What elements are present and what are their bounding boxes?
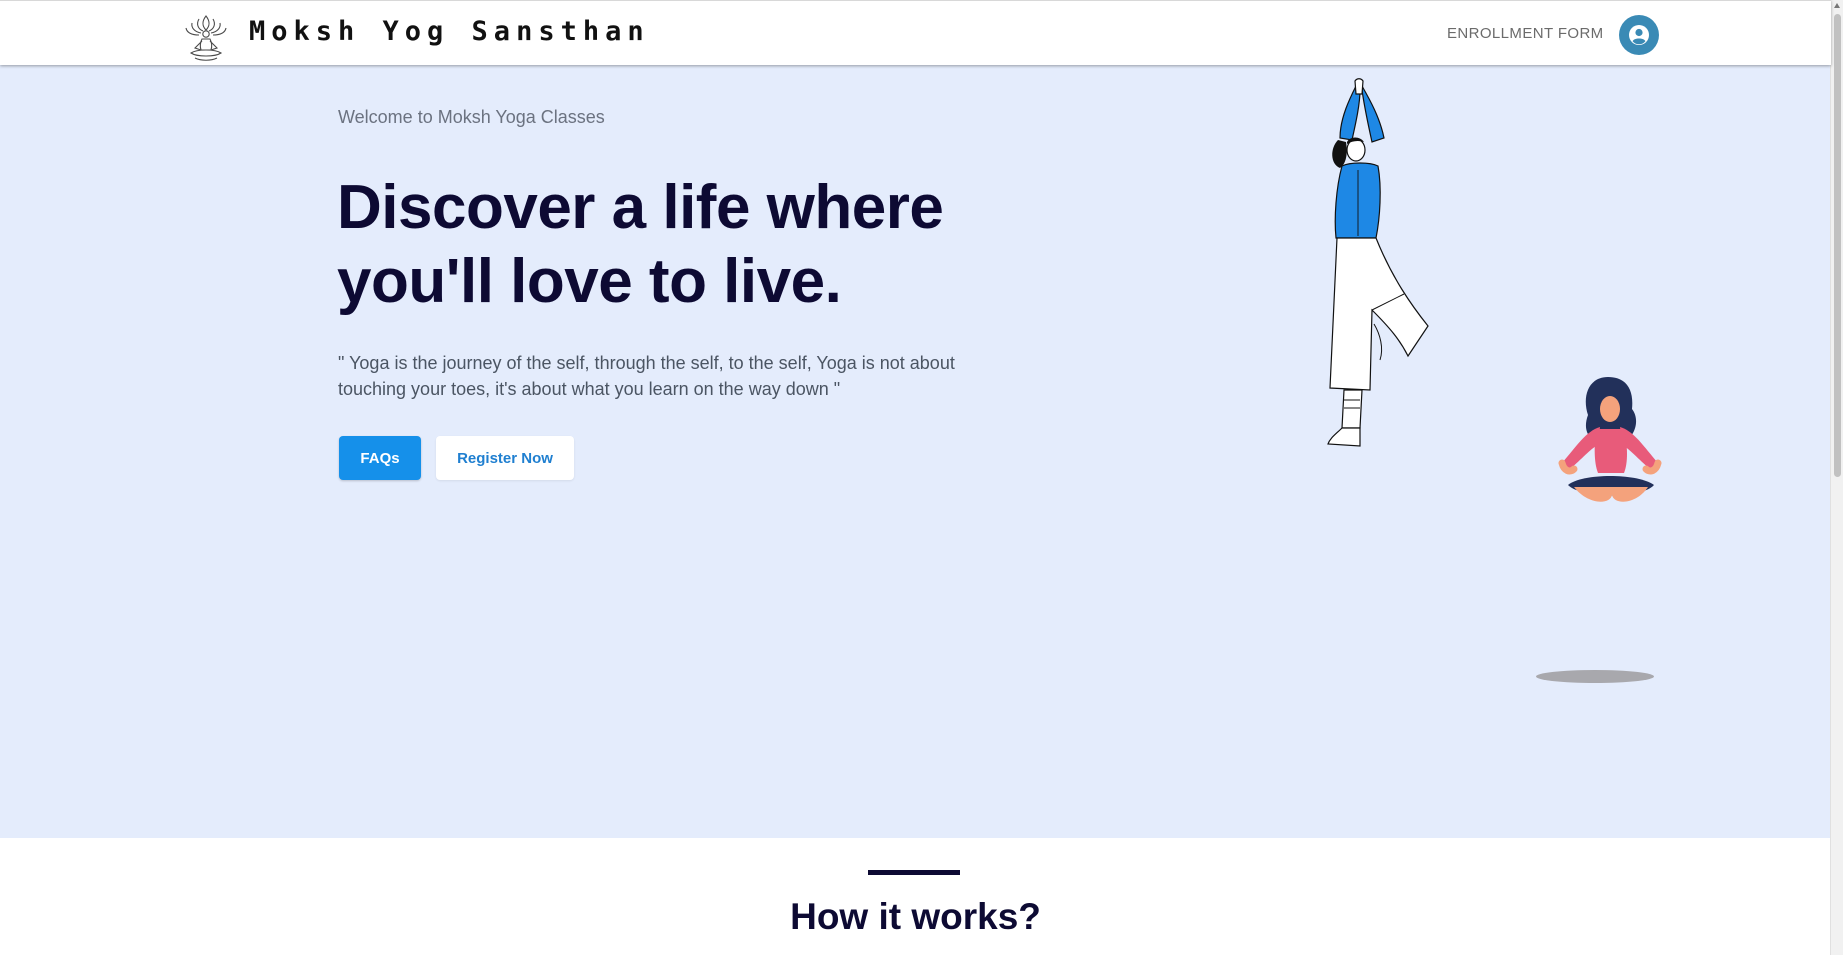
meditation-shadow [1536, 670, 1654, 683]
brand-name[interactable]: Moksh Yog Sansthan [249, 16, 650, 47]
user-circle-icon [1629, 25, 1649, 45]
meditation-pose-illustration [1558, 377, 1662, 502]
scrollbar-thumb[interactable] [1834, 14, 1841, 477]
page: Moksh Yog Sansthan ENROLLMENT FORM Welco… [0, 0, 1831, 955]
top-nav-bar: Moksh Yog Sansthan ENROLLMENT FORM [0, 0, 1831, 65]
scroll-up-arrow-icon[interactable] [1834, 3, 1840, 8]
yoga-quote: " Yoga is the journey of the self, throu… [338, 353, 955, 399]
register-now-button[interactable]: Register Now [436, 436, 574, 480]
section-divider [868, 870, 960, 875]
account-button[interactable] [1619, 15, 1659, 55]
tree-pose-illustration [1327, 78, 1429, 447]
enrollment-form-link[interactable]: ENROLLMENT FORM [1447, 25, 1604, 42]
lotus-meditation-icon[interactable] [181, 13, 231, 63]
how-it-works-section: How it works? [0, 838, 1831, 955]
how-it-works-title: How it works? [790, 896, 1041, 937]
vertical-scrollbar[interactable] [1830, 0, 1843, 955]
faqs-button[interactable]: FAQs [339, 436, 421, 480]
hero-headline: Discover a life where you'll love to liv… [337, 173, 944, 316]
welcome-text: Welcome to Moksh Yoga Classes [338, 107, 605, 127]
